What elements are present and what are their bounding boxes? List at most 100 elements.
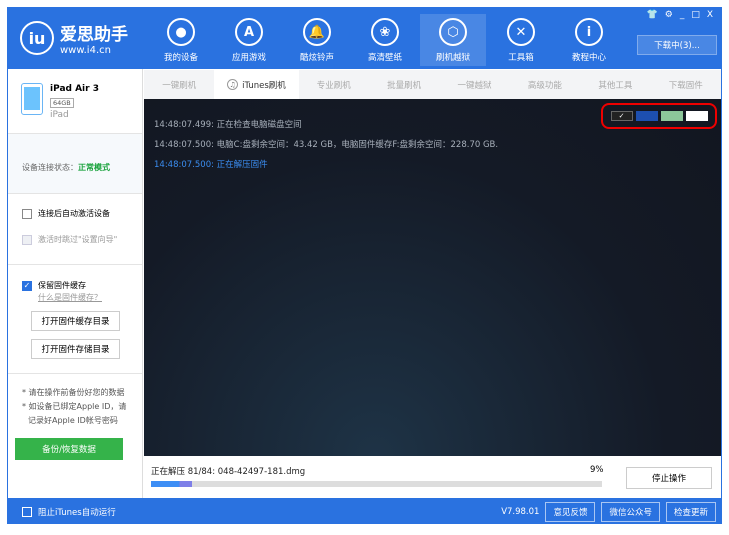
- progress-area: 正在解压 81/84: 048-42497-181.dmg 9% 停止操作: [144, 456, 721, 498]
- progress-bar: [151, 481, 602, 487]
- downloads-button[interactable]: 下载中(3)...: [637, 35, 717, 55]
- log-panel: 14:48:07.499: 正在检查电脑磁盘空间 14:48:07.500: 电…: [144, 99, 721, 456]
- theme-blue[interactable]: [635, 111, 658, 121]
- progress-text: 正在解压 81/84: 048-42497-181.dmg: [151, 467, 306, 477]
- logo: iu 爱思助手 www.i4.cn: [20, 20, 128, 56]
- open-storage-dir-button[interactable]: 打开固件存储目录: [31, 339, 120, 359]
- feedback-button[interactable]: 意见反馈: [545, 502, 596, 522]
- checkbox-label: 阻止iTunes自动运行: [38, 508, 116, 518]
- status-label: 设备连接状态：: [22, 163, 78, 172]
- log-time: 14:48:07.500:: [154, 160, 214, 170]
- skin-icon[interactable]: 👕: [647, 10, 658, 20]
- close-icon[interactable]: X: [707, 10, 713, 20]
- stop-button[interactable]: 停止操作: [626, 467, 712, 489]
- nav-toolbox[interactable]: ✕ 工具箱: [488, 14, 554, 66]
- nav-wallpapers[interactable]: ❀ 高清壁纸: [352, 14, 418, 66]
- theme-white[interactable]: [685, 111, 708, 121]
- nav-label: 工具箱: [508, 53, 534, 63]
- tab-other-tools[interactable]: 其他工具: [580, 70, 650, 99]
- tab-jailbreak[interactable]: 一键越狱: [439, 70, 509, 99]
- log-time: 14:48:07.500:: [154, 140, 214, 150]
- tab-download-firmware[interactable]: 下载固件: [651, 70, 721, 99]
- device-type: iPad: [50, 110, 69, 120]
- window-controls: 👕 ⚙ _ □ X: [647, 10, 713, 20]
- theme-green[interactable]: [660, 111, 683, 121]
- device-info: iPad Air 3 64GB iPad: [8, 69, 142, 134]
- device-name: iPad Air 3: [50, 84, 99, 94]
- brand-url: www.i4.cn: [60, 45, 111, 56]
- note-line: * 请在操作前备份好您的数据: [22, 388, 125, 397]
- nav-tutorials[interactable]: i 教程中心: [556, 14, 622, 66]
- backup-restore-button[interactable]: 备份/恢复数据: [15, 438, 123, 460]
- app-window: iu 爱思助手 www.i4.cn ● 我的设备 A 应用游戏 🔔 酷炫铃声 ❀ 高清壁纸…: [7, 7, 722, 524]
- keep-cache-checkbox[interactable]: ✓ 保留固件缓存: [22, 280, 142, 291]
- wechat-button[interactable]: 微信公众号: [601, 502, 660, 522]
- nav-label: 教程中心: [571, 53, 606, 63]
- skip-setup-checkbox[interactable]: 激活时跳过"设置向导": [22, 234, 142, 245]
- log-entry: 14:48:07.500: 正在解压固件: [154, 155, 498, 175]
- backup-notes: * 请在操作前备份好您的数据 * 如设备已绑定Apple ID，请 记录好App…: [8, 374, 142, 428]
- version-label: V7.98.01: [501, 507, 540, 517]
- theme-dark[interactable]: ✓: [610, 111, 633, 121]
- connection-status: 设备连接状态：正常模式: [8, 134, 142, 194]
- tab-one-click-flash[interactable]: 一键刷机: [144, 70, 214, 99]
- nav-my-device[interactable]: ● 我的设备: [148, 14, 214, 66]
- open-cache-dir-button[interactable]: 打开固件缓存目录: [31, 311, 120, 331]
- main-nav: ● 我的设备 A 应用游戏 🔔 酷炫铃声 ❀ 高清壁纸 ⬡ 刷机越狱 ✕ 工具箱 i 教程中心: [148, 14, 624, 66]
- flash-tabs: 一键刷机 ♫ iTunes刷机 专业刷机 批量刷机 一键越狱 高级功能 其他工具 …: [144, 70, 721, 99]
- check-update-button[interactable]: 检查更新: [665, 502, 716, 522]
- apple-icon: ●: [167, 18, 195, 46]
- footer: 阻止iTunes自动运行 V7.98.01 意见反馈 微信公众号 检查更新: [8, 498, 721, 524]
- settings-icon[interactable]: ⚙: [665, 10, 673, 20]
- ipad-icon: [21, 83, 43, 115]
- progress-percent: 9%: [590, 465, 604, 475]
- auto-activate-checkbox[interactable]: 连接后自动激活设备: [22, 208, 142, 219]
- checkbox[interactable]: [22, 507, 32, 517]
- box-icon: ⬡: [439, 18, 467, 46]
- nav-label: 应用游戏: [231, 53, 266, 63]
- nav-label: 酷炫铃声: [299, 53, 334, 63]
- checkbox[interactable]: [22, 208, 32, 219]
- itunes-icon: ♫: [227, 79, 239, 90]
- log-message: 正在检查电脑磁盘空间: [216, 120, 302, 130]
- bell-icon: 🔔: [303, 18, 331, 46]
- firmware-options: ✓ 保留固件缓存 什么是固件缓存？ 打开固件缓存目录 打开固件存储目录: [8, 265, 142, 374]
- nav-ringtones[interactable]: 🔔 酷炫铃声: [284, 14, 350, 66]
- tab-pro-flash[interactable]: 专业刷机: [299, 70, 369, 99]
- activation-options: 连接后自动激活设备 激活时跳过"设置向导": [8, 194, 142, 265]
- minimize-icon[interactable]: _: [680, 10, 685, 20]
- log-message: 正在解压固件: [216, 160, 268, 170]
- checkbox-label: 保留固件缓存: [38, 281, 86, 290]
- theme-switcher: ✓: [601, 103, 717, 129]
- tab-advanced[interactable]: 高级功能: [510, 70, 580, 99]
- app-store-icon: A: [235, 18, 263, 46]
- checkbox-label: 连接后自动激活设备: [38, 209, 110, 218]
- nav-flash-jailbreak[interactable]: ⬡ 刷机越狱: [420, 14, 486, 66]
- progress-fill: [151, 481, 192, 487]
- log-list: 14:48:07.499: 正在检查电脑磁盘空间 14:48:07.500: 电…: [154, 115, 498, 175]
- tab-itunes-flash[interactable]: ♫ iTunes刷机: [214, 70, 299, 99]
- block-itunes-checkbox[interactable]: 阻止iTunes自动运行: [22, 506, 116, 518]
- tab-label: iTunes刷机: [242, 80, 286, 91]
- checkbox[interactable]: [22, 234, 32, 245]
- brand-name: 爱思助手: [60, 25, 128, 45]
- nav-label: 刷机越狱: [435, 53, 470, 63]
- flower-icon: ❀: [371, 18, 399, 46]
- what-is-cache-link[interactable]: 什么是固件缓存？: [38, 292, 142, 303]
- footer-actions: V7.98.01 意见反馈 微信公众号 检查更新: [501, 502, 716, 522]
- check-icon[interactable]: ✓: [22, 280, 32, 291]
- maximize-icon[interactable]: □: [691, 10, 700, 20]
- log-entry: 14:48:07.500: 电脑C:盘剩余空间：43.42 GB，电脑固件缓存F…: [154, 135, 498, 155]
- logo-icon: iu: [20, 21, 54, 55]
- nav-label: 我的设备: [163, 53, 198, 63]
- nav-apps[interactable]: A 应用游戏: [216, 14, 282, 66]
- note-line: 记录好Apple ID帐号密码: [28, 416, 118, 425]
- device-capacity: 64GB: [50, 98, 74, 108]
- header: iu 爱思助手 www.i4.cn ● 我的设备 A 应用游戏 🔔 酷炫铃声 ❀ 高清壁纸…: [8, 8, 721, 69]
- status-value: 正常模式: [78, 163, 110, 172]
- sidebar: iPad Air 3 64GB iPad 设备连接状态：正常模式 连接后自动激活…: [8, 69, 143, 498]
- tools-icon: ✕: [507, 18, 535, 46]
- note-line: * 如设备已绑定Apple ID，请: [22, 402, 127, 411]
- checkbox-label: 激活时跳过"设置向导": [38, 235, 118, 244]
- tab-batch-flash[interactable]: 批量刷机: [369, 70, 439, 99]
